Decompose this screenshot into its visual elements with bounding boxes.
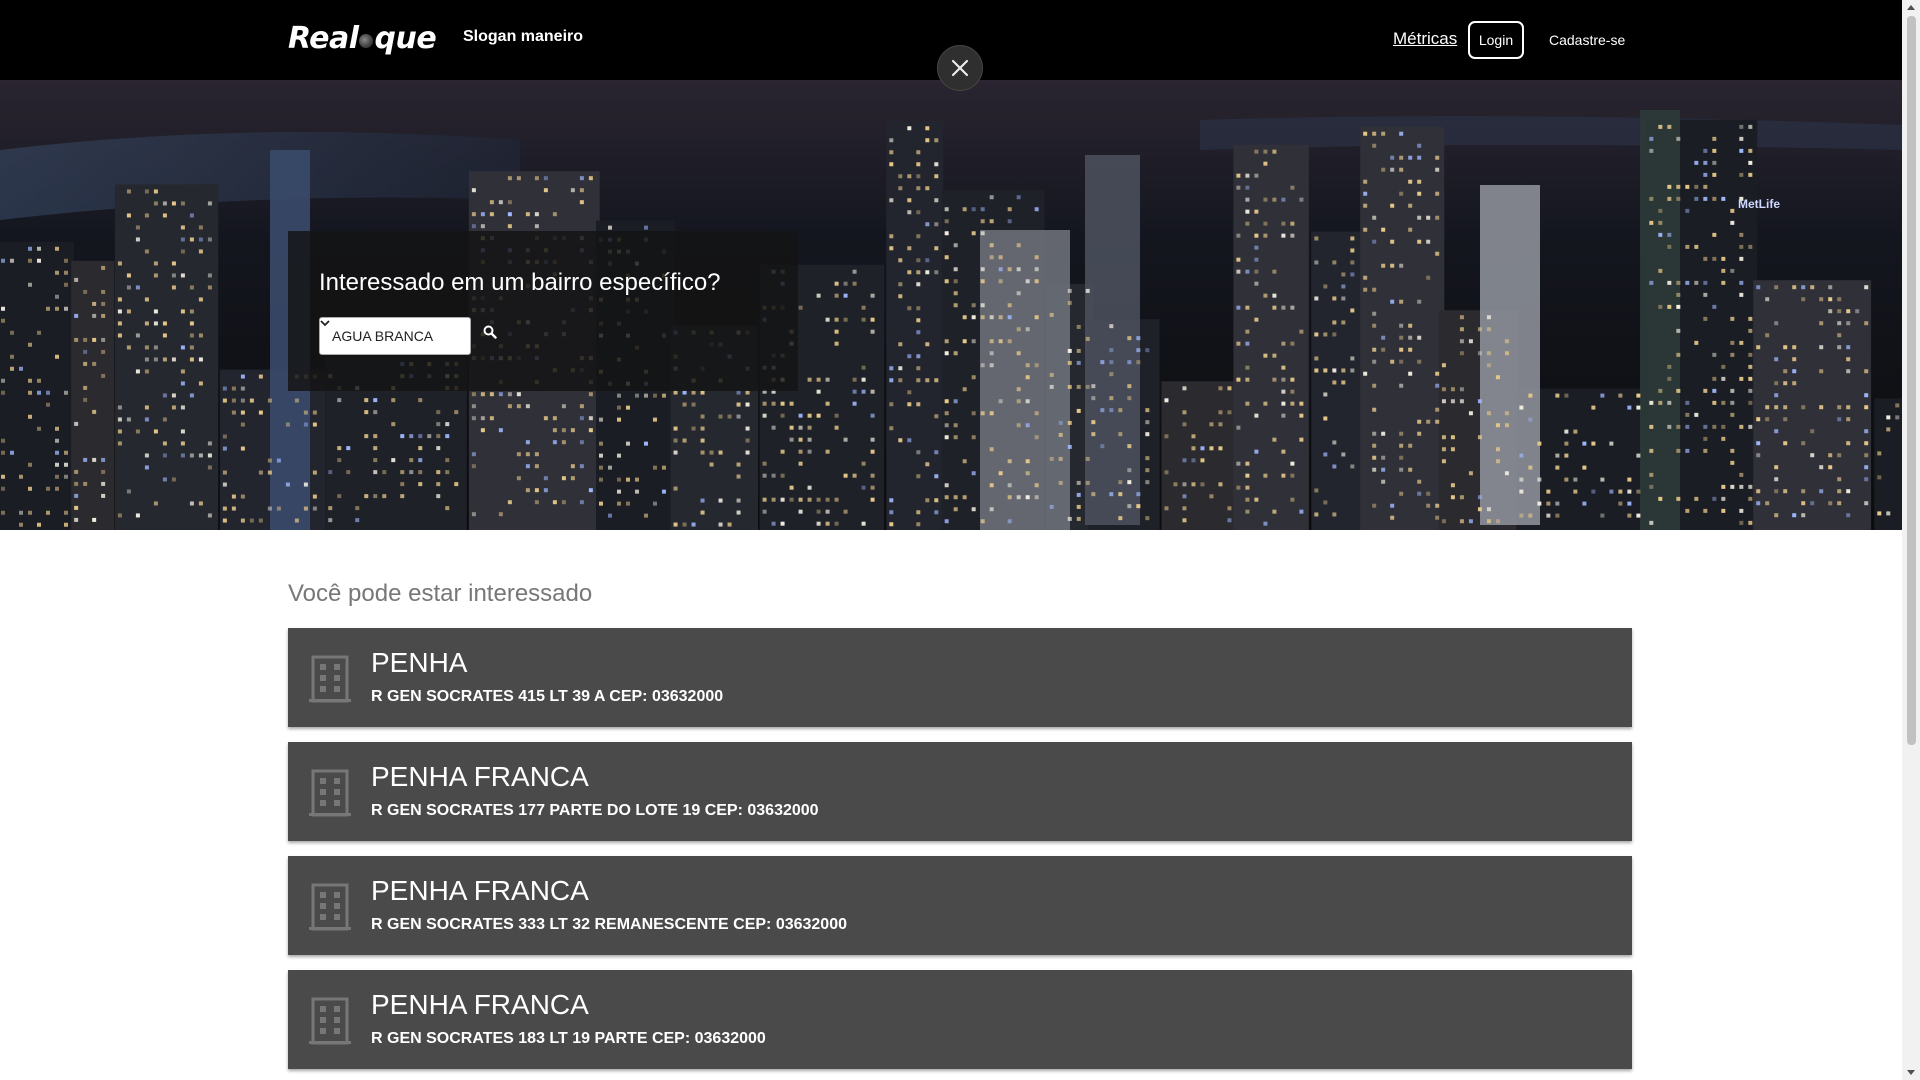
search-title: Interessado em um bairro específico? <box>319 269 721 296</box>
search-icon <box>483 325 497 339</box>
suggestion-name: PENHA <box>371 647 468 678</box>
suggestion-address: R GEN SOCRATES 177 PARTE DO LOTE 19 CEP:… <box>371 802 819 819</box>
metlife-sign: MetLife <box>1738 197 1780 211</box>
close-icon <box>951 59 969 77</box>
neighborhood-search-panel: Interessado em um bairro específico? AGU… <box>288 231 798 391</box>
scrollbar-thumb[interactable] <box>1907 16 1916 745</box>
suggestion-name: PENHA FRANCA <box>371 989 589 1020</box>
neighborhood-select[interactable]: AGUA BRANCA <box>319 317 471 355</box>
scroll-up-arrow-icon[interactable] <box>1907 5 1915 10</box>
suggestion-address: R GEN SOCRATES 183 LT 19 PARTE CEP: 0363… <box>371 1030 766 1047</box>
login-button[interactable]: Login <box>1468 21 1524 59</box>
search-button[interactable] <box>483 325 501 343</box>
building-icon <box>309 769 351 817</box>
suggestions-title: Você pode estar interessado <box>288 580 593 607</box>
brand-left: Real <box>288 20 359 56</box>
suggestion-card[interactable]: PENHA FRANCA R GEN SOCRATES 177 PARTE DO… <box>288 742 1632 841</box>
hero-banner: MetLife Interessado em um bairro específ… <box>0 80 1902 530</box>
chevron-down-icon <box>320 320 330 327</box>
suggestion-name: PENHA FRANCA <box>371 761 589 792</box>
scroll-down-arrow-icon[interactable] <box>1907 1070 1915 1075</box>
suggestion-name: PENHA FRANCA <box>371 875 589 906</box>
neighborhood-select-value: AGUA BRANCA <box>332 328 434 344</box>
close-button[interactable] <box>937 45 983 91</box>
page-scrollbar[interactable] <box>1902 0 1920 1080</box>
suggestion-card[interactable]: PENHA R GEN SOCRATES 415 LT 39 A CEP: 03… <box>288 628 1632 727</box>
building-icon <box>309 997 351 1045</box>
suggestion-card[interactable]: PENHA FRANCA R GEN SOCRATES 183 LT 19 PA… <box>288 970 1632 1069</box>
suggestion-address: R GEN SOCRATES 415 LT 39 A CEP: 03632000 <box>371 688 724 705</box>
building-icon <box>309 655 351 703</box>
building-icon <box>309 883 351 931</box>
slogan: Slogan maneiro <box>463 28 584 45</box>
nav-metricas-link[interactable]: Métricas <box>1393 29 1457 49</box>
city-skyline-image: MetLife <box>0 80 1902 530</box>
brand-right: que <box>374 20 437 56</box>
suggestion-address: R GEN SOCRATES 333 LT 32 REMANESCENTE CE… <box>371 916 847 933</box>
suggestion-card[interactable]: PENHA FRANCA R GEN SOCRATES 333 LT 32 RE… <box>288 856 1632 955</box>
cadastre-se-link[interactable]: Cadastre-se <box>1549 32 1625 48</box>
globe-icon <box>359 34 374 48</box>
brand-logo[interactable]: Real que <box>288 18 437 58</box>
